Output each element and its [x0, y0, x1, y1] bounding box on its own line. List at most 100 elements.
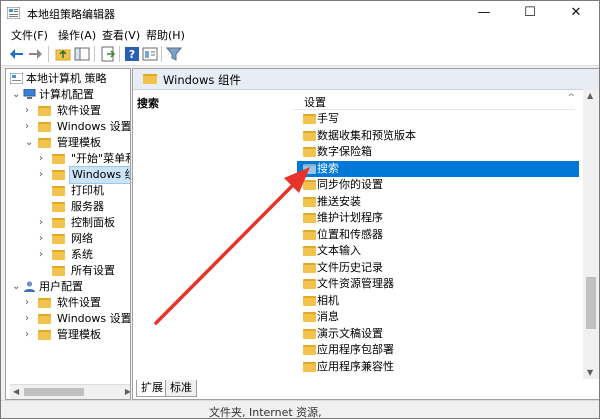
folder-icon: [38, 314, 51, 324]
tree-item-label: Windows 组: [69, 166, 130, 184]
show-hide-tree-icon[interactable]: [74, 46, 90, 62]
list-item-label: 应用程序兼容性: [317, 359, 394, 373]
tree-item-label: 本地计算机 策略: [26, 72, 107, 85]
menu-action[interactable]: 操作(A): [58, 27, 96, 43]
tab-standard[interactable]: 标准: [165, 380, 197, 397]
folder-icon: [303, 361, 316, 372]
list-item-label: 数据收集和预览版本: [317, 128, 416, 142]
list-item[interactable]: 应用程序兼容性: [297, 359, 579, 375]
folder-icon: [303, 130, 316, 141]
tree-item-start-menu[interactable]: › "开始"菜单和: [6, 151, 131, 167]
tree-item-all-settings[interactable]: 所有设置: [6, 263, 130, 279]
list-item[interactable]: 维护计划程序: [297, 210, 579, 226]
tree-item-label: 管理模板: [57, 328, 101, 341]
tree-item-user-config[interactable]: ⌄ 用户配置: [6, 279, 130, 295]
list-item[interactable]: 文件资源管理器: [297, 276, 579, 292]
chevron-right-icon[interactable]: ›: [39, 151, 49, 167]
list-item[interactable]: 推送安装: [297, 194, 579, 210]
tree-item-software-settings[interactable]: › 软件设置: [6, 103, 130, 119]
list-item-label: 同步你的设置: [317, 178, 383, 191]
toolbar-separator: [94, 46, 95, 62]
tree-item-system[interactable]: › 系统: [6, 247, 130, 263]
gpedit-window: 本地组策略编辑器 — ☐ ✕ 文件(F) 操作(A) 查看(V) 帮助(H) ?…: [0, 0, 600, 419]
tree-item-label: 打印机: [71, 184, 104, 197]
minimize-button[interactable]: —: [461, 1, 507, 25]
folder-icon: [52, 186, 65, 196]
list-item[interactable]: 位置和传感器: [297, 227, 579, 243]
list-item[interactable]: 数据收集和预览版本: [297, 128, 579, 144]
tree-item-label: "开始"菜单和: [71, 152, 131, 165]
properties-icon[interactable]: [142, 46, 158, 62]
list-item[interactable]: 手写: [297, 111, 579, 127]
tree-item-windows-settings[interactable]: › Windows 设置: [6, 119, 130, 135]
chevron-right-icon[interactable]: ›: [25, 119, 35, 135]
scroll-up-icon[interactable]: ▲: [587, 91, 593, 100]
list-item-label: 文件历史记录: [317, 260, 383, 274]
tree-item-printers[interactable]: 打印机: [6, 183, 130, 199]
list-item[interactable]: 文本输入: [297, 243, 579, 259]
chevron-right-icon[interactable]: ›: [39, 231, 49, 247]
tree-item-root[interactable]: 本地计算机 策略: [6, 71, 130, 87]
list-item-label: 维护计划程序: [317, 211, 383, 224]
list-item[interactable]: 演示文稿设置: [297, 326, 579, 342]
list-item[interactable]: 消息: [297, 309, 579, 325]
chevron-right-icon[interactable]: ›: [25, 311, 35, 327]
forward-icon[interactable]: [27, 46, 43, 62]
tab-extended[interactable]: 扩展: [136, 380, 168, 397]
menu-help[interactable]: 帮助(H): [146, 27, 185, 43]
scroll-left-icon[interactable]: ◀: [13, 385, 19, 399]
list-item[interactable]: 应用程序包部署: [297, 342, 579, 358]
list-item[interactable]: 搜索: [297, 160, 579, 177]
tree-item-label: Windows 设置: [57, 312, 131, 325]
menu-view[interactable]: 查看(V): [102, 27, 140, 43]
folder-icon: [303, 328, 316, 339]
folder-icon: [38, 138, 51, 148]
folder-icon: [303, 163, 316, 174]
maximize-button[interactable]: ☐: [507, 1, 553, 25]
chevron-down-icon[interactable]: ⌄: [25, 135, 35, 151]
chevron-right-icon[interactable]: ›: [39, 167, 49, 183]
menu-file[interactable]: 文件(F): [11, 27, 48, 43]
column-header-setting[interactable]: 设置 ^: [293, 93, 575, 110]
scroll-down-icon[interactable]: ▼: [587, 368, 593, 377]
tree-item-windows-components[interactable]: › Windows 组: [6, 166, 130, 184]
export-list-icon[interactable]: [100, 46, 116, 62]
close-button[interactable]: ✕: [553, 1, 599, 25]
tree-item-network[interactable]: › 网络: [6, 231, 130, 247]
details-header: Windows 组件: [133, 69, 599, 90]
chevron-right-icon[interactable]: ›: [25, 103, 35, 119]
scroll-right-icon[interactable]: ▶: [125, 385, 130, 399]
back-icon[interactable]: [9, 46, 25, 62]
chevron-down-icon[interactable]: ⌄: [12, 87, 22, 103]
chevron-right-icon[interactable]: ›: [39, 247, 49, 263]
chevron-down-icon[interactable]: ⌄: [12, 279, 22, 295]
scrollbar-thumb[interactable]: [586, 277, 596, 329]
tree-horizontal-scrollbar[interactable]: ◀ ▶: [10, 384, 130, 399]
filter-icon[interactable]: [166, 46, 182, 62]
tree-item-user-windows-settings[interactable]: › Windows 设置: [6, 311, 130, 327]
chevron-right-icon[interactable]: ›: [25, 295, 35, 311]
tree-item-user-admin-templates[interactable]: › 管理模板: [6, 327, 130, 343]
list-item-label: 文本输入: [317, 244, 361, 257]
up-folder-icon[interactable]: [55, 46, 71, 62]
tree-item-control-panel[interactable]: › 控制面板: [6, 215, 130, 231]
list-item[interactable]: 数字保险箱: [297, 144, 579, 160]
list-item[interactable]: 文件历史记录: [297, 260, 579, 276]
list-item-label: 推送安装: [317, 194, 361, 208]
chevron-right-icon[interactable]: ›: [39, 215, 49, 231]
folder-icon: [303, 279, 316, 289]
list-vertical-scrollbar[interactable]: ▲ ▼: [583, 89, 599, 379]
list-item-label: 文件资源管理器: [317, 277, 394, 290]
tree-item-servers[interactable]: 服务器: [6, 199, 130, 215]
scrollbar-thumb[interactable]: [24, 388, 84, 396]
tree-item-computer-config[interactable]: ⌄ 计算机配置: [6, 87, 130, 103]
tree-item-admin-templates[interactable]: ⌄ 管理模板: [6, 135, 130, 151]
tree-item-label: 用户配置: [39, 280, 83, 293]
tree-item-user-software-settings[interactable]: › 软件设置: [6, 295, 130, 311]
folder-icon: [303, 312, 316, 322]
list-item[interactable]: 同步你的设置: [297, 177, 579, 193]
help-icon[interactable]: ?: [124, 46, 140, 62]
chevron-right-icon[interactable]: ›: [25, 327, 35, 343]
list-item[interactable]: 相机: [297, 293, 579, 309]
tree-item-label: 软件设置: [57, 296, 101, 309]
